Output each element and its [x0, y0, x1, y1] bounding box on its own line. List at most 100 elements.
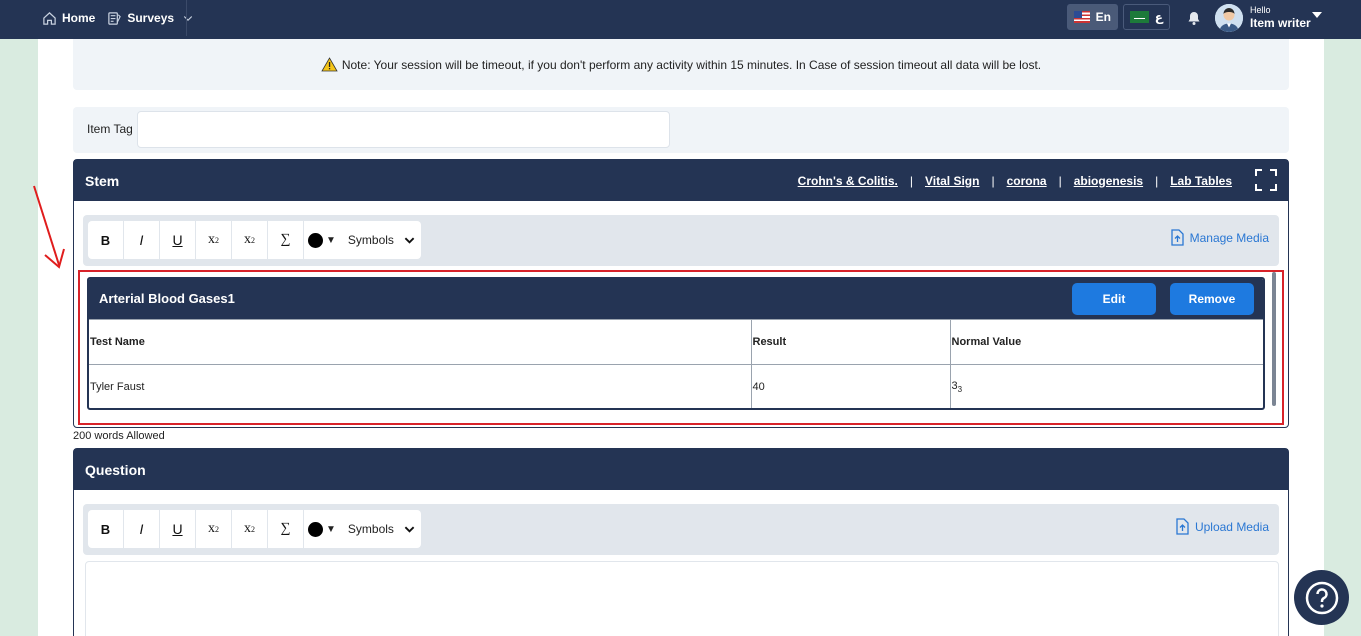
item-tag-label: Item Tag [87, 122, 133, 136]
language-en-button[interactable]: En [1067, 4, 1118, 30]
nav-home[interactable]: Home [42, 11, 95, 26]
nav-surveys[interactable]: Surveys [107, 11, 194, 26]
symbols-select[interactable]: Symbols [340, 522, 421, 536]
underline-button[interactable]: U [160, 510, 196, 548]
link-separator: | [991, 173, 995, 188]
saudi-flag-icon [1130, 11, 1149, 23]
item-tag-row: Item Tag [73, 107, 1289, 153]
chevron-down-icon [183, 16, 193, 22]
us-flag-icon [1074, 11, 1090, 23]
nav-surveys-label: Surveys [127, 11, 175, 25]
subscript-base: x [208, 232, 215, 247]
cell-result: 40 [750, 364, 951, 408]
lab-table: Test Name Result Normal Value Tyler Faus… [89, 319, 1263, 408]
question-mark-icon [1305, 581, 1338, 614]
session-timeout-text: Note: Your session will be timeout, if y… [341, 57, 1042, 72]
edit-button[interactable]: Edit [1072, 283, 1156, 315]
stem-link-vital-sign[interactable]: Vital Sign [925, 174, 979, 188]
stem-link-corona[interactable]: corona [1007, 174, 1047, 188]
underline-button[interactable]: U [160, 221, 196, 259]
stem-link-crohns[interactable]: Crohn's & Colitis. [798, 174, 898, 188]
home-icon [43, 11, 56, 25]
text-color-picker[interactable]: ▼ [304, 510, 340, 548]
avatar[interactable] [1215, 4, 1243, 32]
caret-down-icon: ▼ [326, 523, 336, 535]
user-hello: Hello [1250, 5, 1271, 15]
stem-section: Stem Crohn's & Colitis. | Vital Sign | c… [73, 159, 1289, 428]
cell-normal-value: 33 [949, 364, 1263, 408]
symbols-label: Symbols [347, 233, 394, 247]
upload-media-label: Upload Media [1194, 519, 1269, 534]
superscript-button[interactable]: x2 [232, 510, 268, 548]
subscript-button[interactable]: x2 [196, 510, 232, 548]
superscript-mark: 2 [251, 524, 255, 534]
column-header-normal-value: Normal Value [949, 319, 1263, 365]
user-menu-caret-icon[interactable] [1312, 12, 1322, 18]
chevron-down-icon [404, 237, 415, 244]
help-button[interactable] [1294, 570, 1349, 625]
italic-button[interactable]: I [124, 510, 160, 548]
bold-button[interactable]: B [88, 221, 124, 259]
stem-editor-toolbar: B I U x2 x2 ∑ ▼ Symbols Manage Media [83, 215, 1279, 266]
subscript-button[interactable]: x2 [196, 221, 232, 259]
column-header-test-name: Test Name [89, 319, 752, 365]
italic-button[interactable]: I [124, 221, 160, 259]
language-ar-button[interactable]: ع [1123, 4, 1170, 30]
lab-table-card: Arterial Blood Gases1 Edit Remove Test N… [87, 277, 1265, 410]
format-toolbar: B I U x2 x2 ∑ ▼ Symbols [88, 510, 421, 548]
table-row: Tyler Faust 40 33 [89, 364, 1263, 408]
sigma-button[interactable]: ∑ [268, 510, 304, 548]
item-tag-input[interactable] [137, 111, 670, 148]
bold-button[interactable]: B [88, 510, 124, 548]
symbols-select[interactable]: Symbols [340, 233, 421, 247]
nav-divider [186, 0, 187, 36]
remove-button[interactable]: Remove [1170, 283, 1254, 315]
symbols-label: Symbols [347, 522, 394, 536]
superscript-button[interactable]: x2 [232, 221, 268, 259]
normal-value-subscript: 3 [957, 385, 963, 395]
warning-icon [321, 57, 338, 72]
question-editor-input[interactable] [85, 561, 1279, 636]
superscript-base: x [244, 232, 251, 247]
words-allowed-text: 200 words Allowed [73, 430, 165, 442]
table-header-row: Test Name Result Normal Value [89, 319, 1263, 365]
link-separator: | [909, 173, 913, 188]
question-editor-toolbar: B I U x2 x2 ∑ ▼ Symbols Upload Media [83, 504, 1279, 555]
subscript-base: x [208, 521, 215, 536]
upload-file-icon [1170, 229, 1184, 246]
link-separator: | [1155, 173, 1159, 188]
lab-table-title: Arterial Blood Gases1 [99, 291, 235, 306]
question-title: Question [85, 461, 146, 478]
language-ar-label: ع [1154, 10, 1163, 24]
top-navbar: Home Surveys En ع Hello Item writer [0, 0, 1361, 39]
nav-left: Home Surveys [42, 0, 194, 36]
bell-icon[interactable] [1186, 10, 1202, 26]
superscript-mark: 2 [251, 235, 255, 245]
upload-file-icon [1176, 518, 1189, 535]
link-separator: | [1058, 173, 1062, 188]
color-swatch-icon [308, 232, 323, 248]
color-swatch-icon [308, 521, 323, 537]
user-greeting[interactable]: Hello Item writer [1250, 5, 1311, 30]
text-color-picker[interactable]: ▼ [304, 221, 340, 259]
stem-scrollbar[interactable] [1272, 272, 1276, 406]
sigma-button[interactable]: ∑ [268, 221, 304, 259]
upload-media-link[interactable]: Upload Media [1175, 518, 1269, 535]
format-toolbar: B I U x2 x2 ∑ ▼ Symbols [88, 221, 421, 259]
stem-header: Stem Crohn's & Colitis. | Vital Sign | c… [74, 160, 1288, 201]
superscript-base: x [244, 521, 251, 536]
manage-media-label: Manage Media [1189, 230, 1269, 245]
session-timeout-note: Note: Your session will be timeout, if y… [73, 39, 1289, 90]
stem-title: Stem [85, 172, 120, 189]
nav-home-label: Home [62, 11, 96, 25]
language-en-label: En [1095, 10, 1111, 24]
fullscreen-icon[interactable] [1255, 169, 1277, 191]
annotation-arrow-icon [33, 185, 65, 269]
manage-media-link[interactable]: Manage Media [1170, 229, 1269, 246]
user-name: Item writer [1250, 16, 1311, 30]
question-section: Question B I U x2 x2 ∑ ▼ Symbols Upload … [73, 448, 1289, 636]
lab-table-header: Arterial Blood Gases1 Edit Remove [89, 279, 1263, 319]
cell-test-name: Tyler Faust [89, 364, 752, 408]
stem-link-lab-tables[interactable]: Lab Tables [1170, 174, 1232, 188]
stem-link-abiogenesis[interactable]: abiogenesis [1074, 174, 1143, 188]
